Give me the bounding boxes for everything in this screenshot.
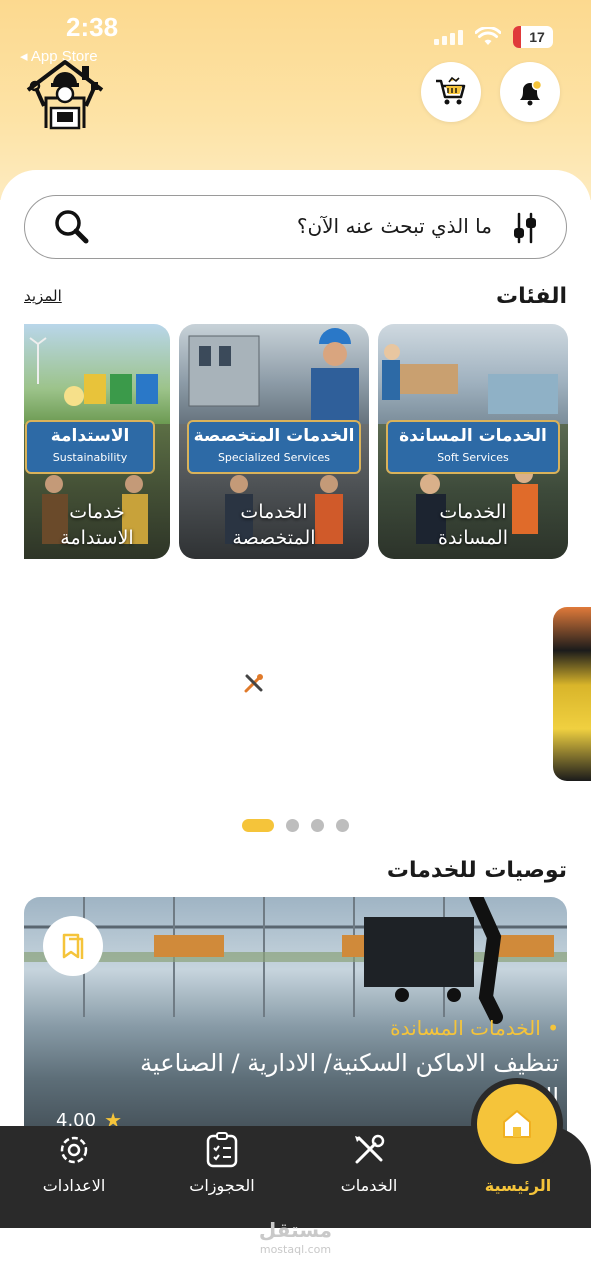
wifi-icon — [475, 27, 501, 45]
carousel-dot[interactable] — [311, 819, 324, 832]
recommendation-category: • الخدمات المساندة — [390, 1016, 559, 1040]
watermark-logo: مستقل — [258, 1218, 333, 1242]
battery-level: 17 — [529, 29, 545, 45]
cart-icon — [436, 76, 466, 105]
bookmark-icon — [62, 933, 84, 959]
filter-icon[interactable] — [512, 212, 538, 248]
category-banner: الخدمات المتخصصة Specialized Services — [187, 420, 361, 474]
category-label-line2: الاستدامة — [60, 527, 134, 549]
recommendations-title: توصيات للخدمات — [386, 858, 567, 883]
tools-loading-icon — [244, 674, 263, 693]
tools-icon — [355, 1134, 385, 1164]
settings-gear-icon — [60, 1136, 88, 1164]
category-label-line2: المتخصصة — [232, 527, 316, 549]
category-banner-english: Soft Services — [437, 451, 509, 464]
category-banner-arabic: الخدمات المساندة — [399, 426, 547, 446]
carousel-dot-active[interactable] — [242, 819, 274, 832]
clipboard-icon — [206, 1132, 238, 1168]
category-label-line1: الخدمات — [240, 501, 308, 523]
category-label-line1: الخدمات — [439, 501, 507, 523]
category-label-line1: خدمات — [69, 501, 125, 523]
notifications-button[interactable] — [500, 62, 560, 122]
nav-bookings-label: الحجوزات — [189, 1176, 255, 1195]
search-icon[interactable] — [53, 208, 91, 250]
category-banner-arabic: الخدمات المتخصصة — [193, 426, 355, 446]
carousel-dot[interactable] — [286, 819, 299, 832]
search-input[interactable]: ما الذي تبحث عنه الآن؟ — [297, 214, 492, 238]
carousel-pagination — [242, 819, 349, 832]
cart-button[interactable] — [421, 62, 481, 122]
category-banner-english: Specialized Services — [217, 451, 331, 464]
battery-indicator: 17 — [513, 26, 553, 48]
category-label: خدمات الاستدامة — [24, 499, 170, 551]
status-icons: 17 — [434, 26, 553, 48]
categories-more-link[interactable]: المزيد — [24, 287, 62, 305]
category-banner: الاستدامة Sustainability — [25, 420, 155, 474]
category-card-specialized-services[interactable]: الخدمات المتخصصة Specialized Services ال… — [179, 324, 369, 559]
app-logo[interactable] — [24, 58, 106, 132]
next-banner-peek[interactable] — [553, 607, 591, 781]
signal-icon — [434, 29, 463, 45]
status-time: 2:38 — [66, 12, 119, 42]
nav-bookings[interactable]: الحجوزات — [162, 1130, 282, 1195]
nav-services[interactable]: الخدمات — [309, 1130, 429, 1195]
category-label: الخدمات المساندة — [378, 499, 568, 551]
home-icon — [503, 1110, 531, 1138]
category-card-soft-services[interactable]: الخدمات المساندة Soft Services الخدمات ا… — [378, 324, 568, 559]
nav-home-label[interactable]: الرئيسية — [470, 1176, 566, 1195]
category-banner-english: Sustainability — [52, 451, 128, 464]
category-banner-arabic: الاستدامة — [50, 426, 130, 446]
nav-services-label: الخدمات — [340, 1176, 398, 1195]
categories-title: الفئات — [496, 284, 567, 309]
bell-icon — [520, 79, 543, 106]
bookmark-button[interactable] — [43, 916, 103, 976]
watermark-url: mostaql.com — [259, 1243, 332, 1256]
nav-home-button[interactable] — [477, 1084, 557, 1164]
search-bar[interactable]: ما الذي تبحث عنه الآن؟ — [24, 195, 567, 259]
category-banner: الخدمات المساندة Soft Services — [386, 420, 560, 474]
nav-settings[interactable]: الاعدادات — [14, 1130, 134, 1195]
category-label: الخدمات المتخصصة — [179, 499, 369, 551]
category-label-line2: المساندة — [437, 527, 508, 549]
category-card-sustainability[interactable]: الاستدامة Sustainability خدمات الاستدامة — [24, 324, 170, 559]
carousel-dot[interactable] — [336, 819, 349, 832]
nav-settings-label: الاعدادات — [42, 1176, 106, 1195]
